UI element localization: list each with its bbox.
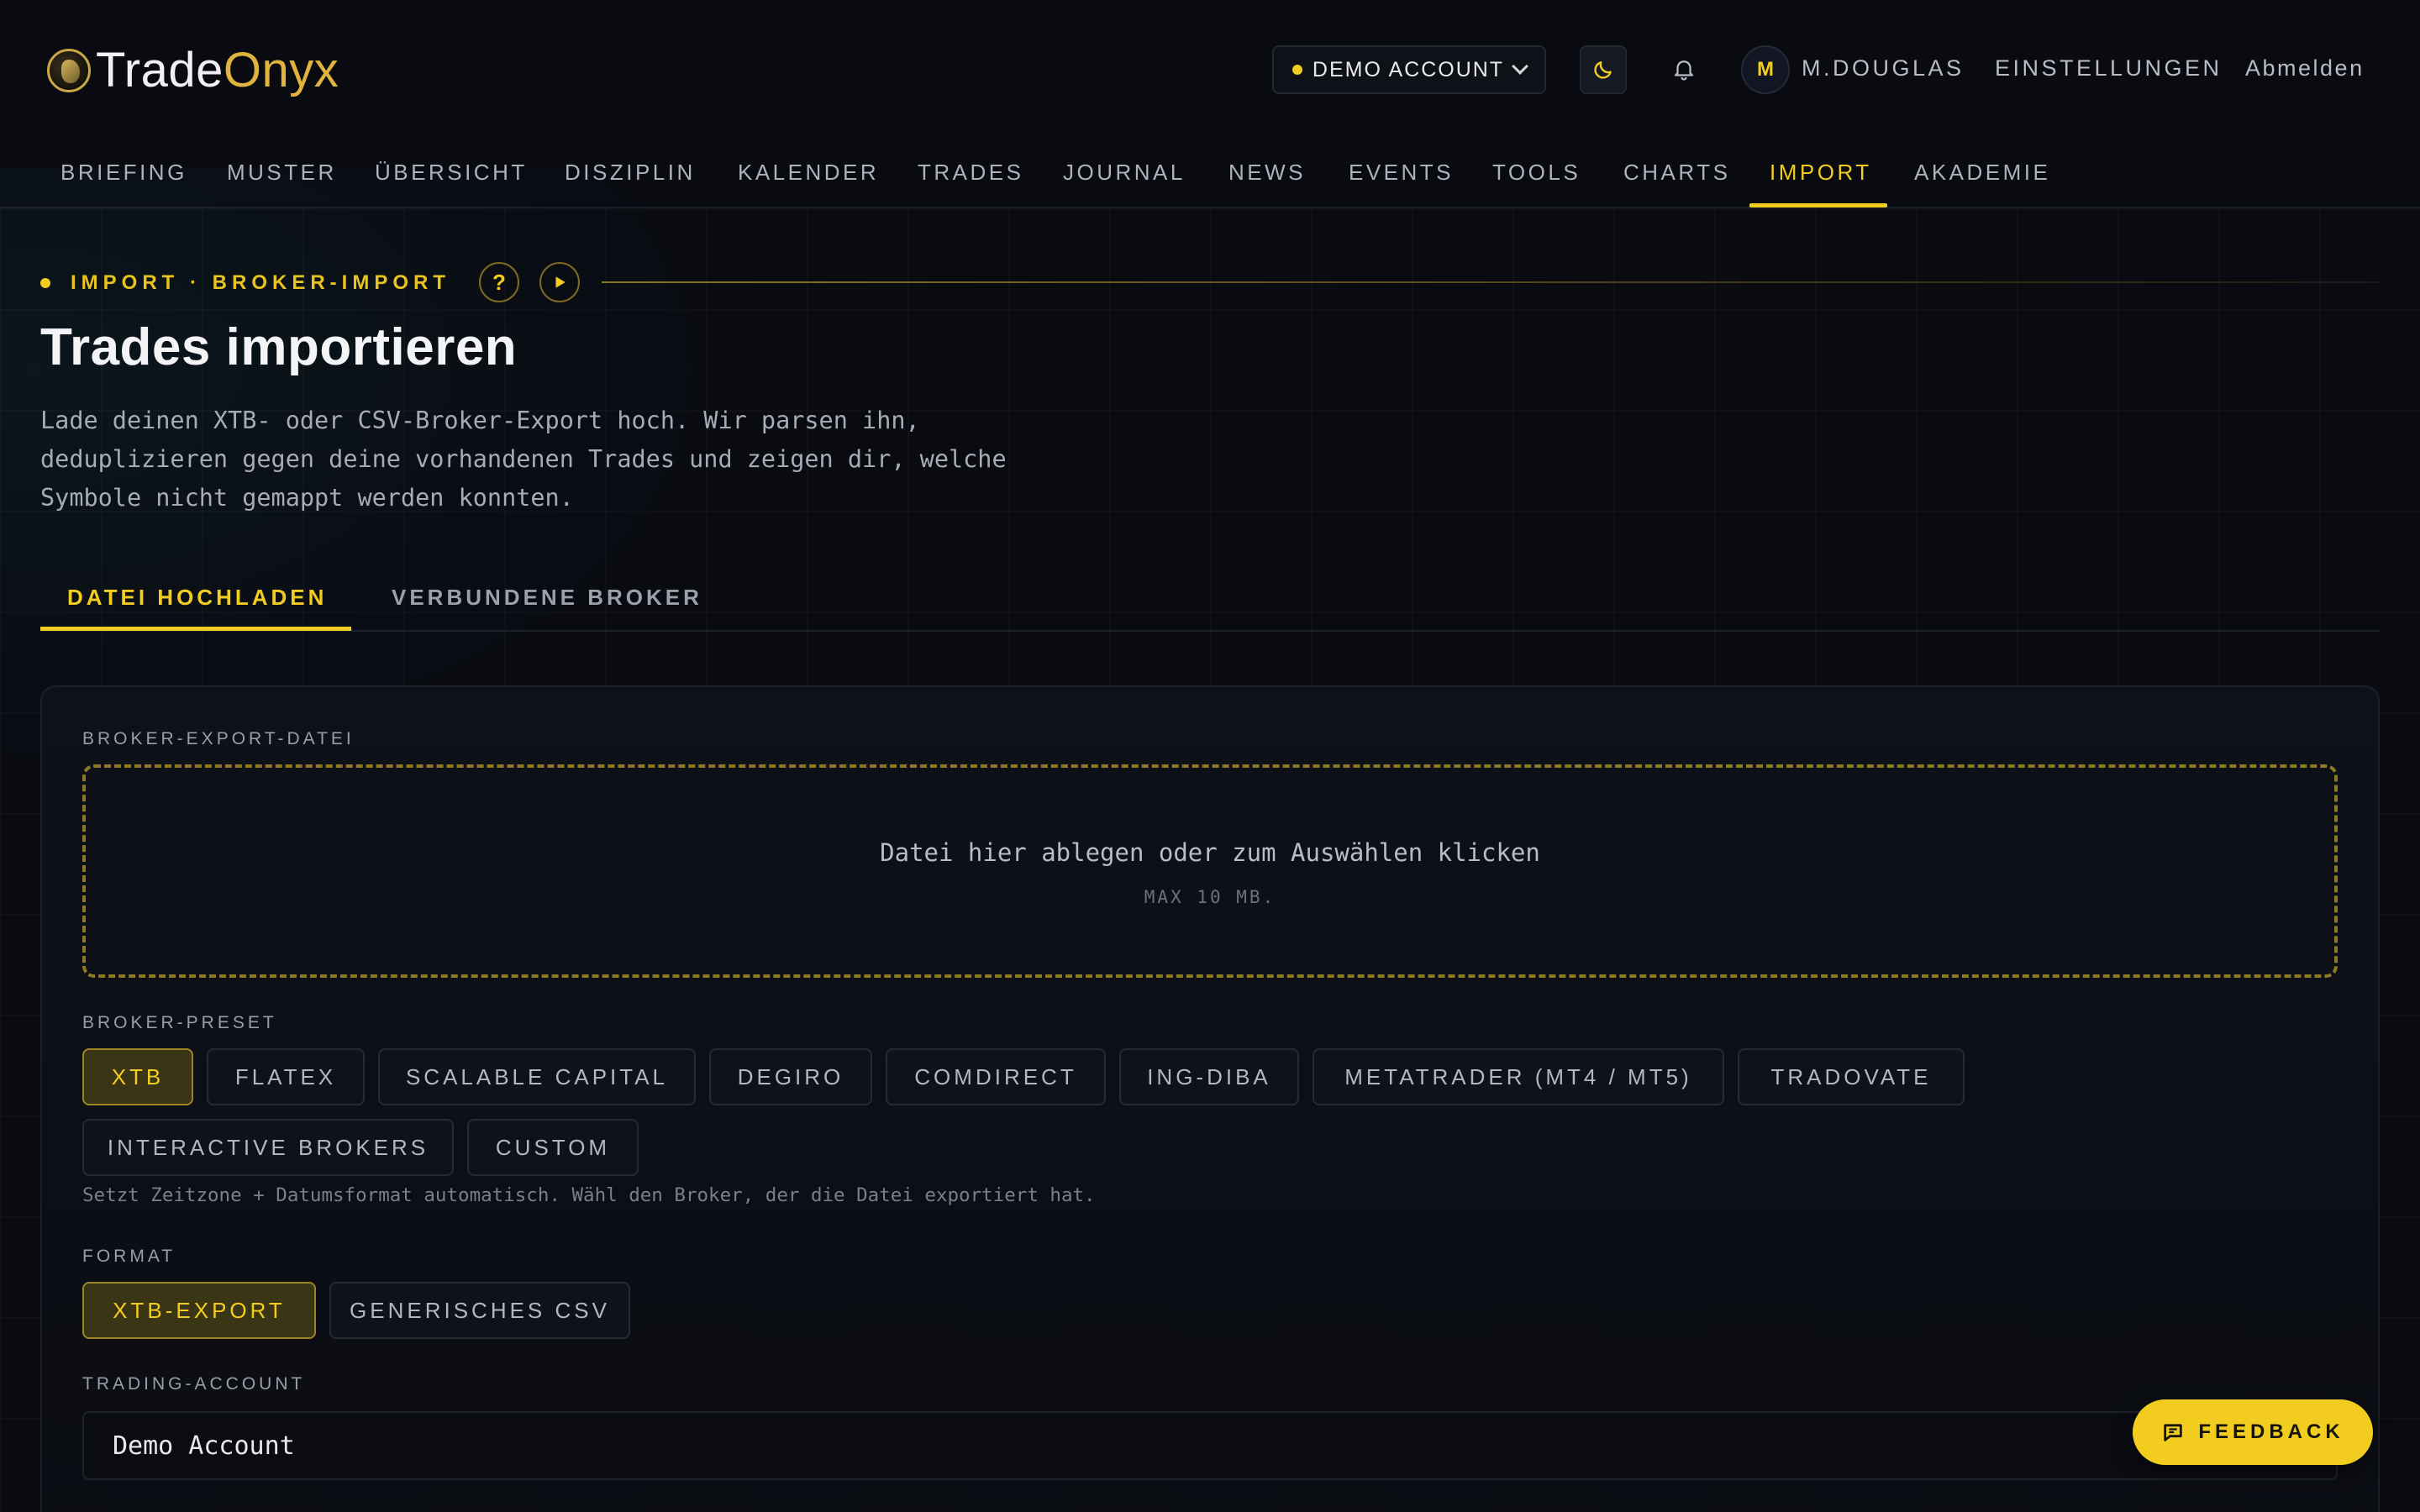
nav-item-news[interactable]: NEWS <box>1228 160 1306 186</box>
account-selector[interactable]: DEMO ACCOUNT <box>1272 45 1546 94</box>
dropzone-size-limit: MAX 10 MB. <box>1144 887 1276 907</box>
feedback-label: FEEDBACK <box>2198 1420 2344 1443</box>
logo-text: TradeOnyx <box>96 43 339 97</box>
nav-item-akademie[interactable]: AKADEMIE <box>1914 160 2050 186</box>
preset-chip-custom[interactable]: CUSTOM <box>467 1119 639 1176</box>
account-selector-label: DEMO ACCOUNT <box>1312 57 1505 81</box>
preset-chip-scalable-capital[interactable]: SCALABLE CAPITAL <box>378 1048 696 1105</box>
nav-item-briefing[interactable]: BRIEFING <box>60 160 187 186</box>
trading-account-select[interactable]: Demo Account <box>82 1411 2338 1480</box>
tab-active-indicator <box>40 627 351 631</box>
moon-icon <box>1594 61 1612 79</box>
nav-item-journal[interactable]: JOURNAL <box>1063 160 1186 186</box>
import-tabs: DATEI HOCHLADEN VERBUNDENE BROKER <box>40 568 2380 632</box>
broker-preset-label: BROKER-PRESET <box>82 1013 277 1032</box>
nav-active-indicator <box>1749 203 1887 207</box>
preset-chip-degiro[interactable]: DEGIRO <box>709 1048 872 1105</box>
nav-item-trades[interactable]: TRADES <box>918 160 1023 186</box>
avatar[interactable]: M <box>1741 45 1790 94</box>
nav-item-import[interactable]: IMPORT <box>1770 160 1872 186</box>
breadcrumb-divider <box>602 281 2380 283</box>
notifications-button[interactable] <box>1667 52 1701 86</box>
preset-chip-flatex[interactable]: FLATEX <box>207 1048 365 1105</box>
settings-link[interactable]: EINSTELLUNGEN <box>1995 55 2223 81</box>
nav-item-tools[interactable]: TOOLS <box>1492 160 1581 186</box>
tab-verbundene-broker[interactable]: VERBUNDENE BROKER <box>392 585 702 611</box>
account-status-dot <box>1292 65 1302 75</box>
user-name-link[interactable]: M.DOUGLAS <box>1802 55 1965 81</box>
feedback-button[interactable]: FEEDBACK <box>2133 1399 2373 1465</box>
format-chip-generic-csv[interactable]: GENERISCHES CSV <box>329 1282 630 1339</box>
page-title: Trades importieren <box>40 318 518 376</box>
tab-datei-hochladen[interactable]: DATEI HOCHLADEN <box>67 585 327 611</box>
bell-icon <box>1674 60 1694 81</box>
breadcrumb-text: IMPORT · BROKER-IMPORT <box>71 271 450 294</box>
file-dropzone[interactable]: Datei hier ablegen oder zum Auswählen kl… <box>82 764 2338 978</box>
theme-toggle-button[interactable] <box>1580 45 1627 94</box>
chat-bubble-icon <box>2164 1424 2183 1441</box>
main-nav: BRIEFING MUSTER ÜBERSICHT DISZIPLIN KALE… <box>0 141 2420 208</box>
chevron-down-icon <box>1512 58 1528 75</box>
page-description: Lade deinen XTB- oder CSV-Broker-Export … <box>40 407 1007 512</box>
preset-chip-interactive-brokers[interactable]: INTERACTIVE BROKERS <box>82 1119 454 1176</box>
logo-mark-icon <box>47 49 91 92</box>
broker-preset-hint: Setzt Zeitzone + Datumsformat automatisc… <box>82 1184 1096 1206</box>
dropzone-title: Datei hier ablegen oder zum Auswählen kl… <box>880 838 1540 867</box>
trading-account-value: Demo Account <box>113 1431 295 1461</box>
preset-chip-comdirect[interactable]: COMDIRECT <box>886 1048 1106 1105</box>
nav-item-disziplin[interactable]: DISZIPLIN <box>565 160 696 186</box>
nav-item-kalender[interactable]: KALENDER <box>738 160 879 186</box>
preset-chip-ing-diba[interactable]: ING-DIBA <box>1119 1048 1299 1105</box>
nav-item-events[interactable]: EVENTS <box>1349 160 1454 186</box>
preset-chip-tradovate[interactable]: TRADOVATE <box>1738 1048 1965 1105</box>
play-icon <box>555 276 566 288</box>
logo[interactable]: TradeOnyx <box>47 42 339 99</box>
format-label: FORMAT <box>82 1247 176 1266</box>
help-button[interactable]: ? <box>479 262 519 302</box>
preset-chip-xtb[interactable]: XTB <box>82 1048 193 1105</box>
preset-chip-metatrader[interactable]: METATRADER (MT4 / MT5) <box>1313 1048 1724 1105</box>
logout-link[interactable]: Abmelden <box>2245 55 2365 81</box>
breadcrumb: IMPORT · BROKER-IMPORT <box>40 264 450 302</box>
trading-account-label: TRADING-ACCOUNT <box>82 1374 306 1394</box>
nav-item-charts[interactable]: CHARTS <box>1623 160 1730 186</box>
breadcrumb-dot <box>40 278 50 288</box>
play-tutorial-button[interactable] <box>539 262 580 302</box>
nav-item-uebersicht[interactable]: ÜBERSICHT <box>375 160 528 186</box>
file-field-label: BROKER-EXPORT-DATEI <box>82 729 355 748</box>
format-chip-xtb-export[interactable]: XTB-EXPORT <box>82 1282 316 1339</box>
nav-item-muster[interactable]: MUSTER <box>227 160 337 186</box>
top-bar: TradeOnyx DEMO ACCOUNT M M.DOUGLAS EINST… <box>0 0 2420 141</box>
